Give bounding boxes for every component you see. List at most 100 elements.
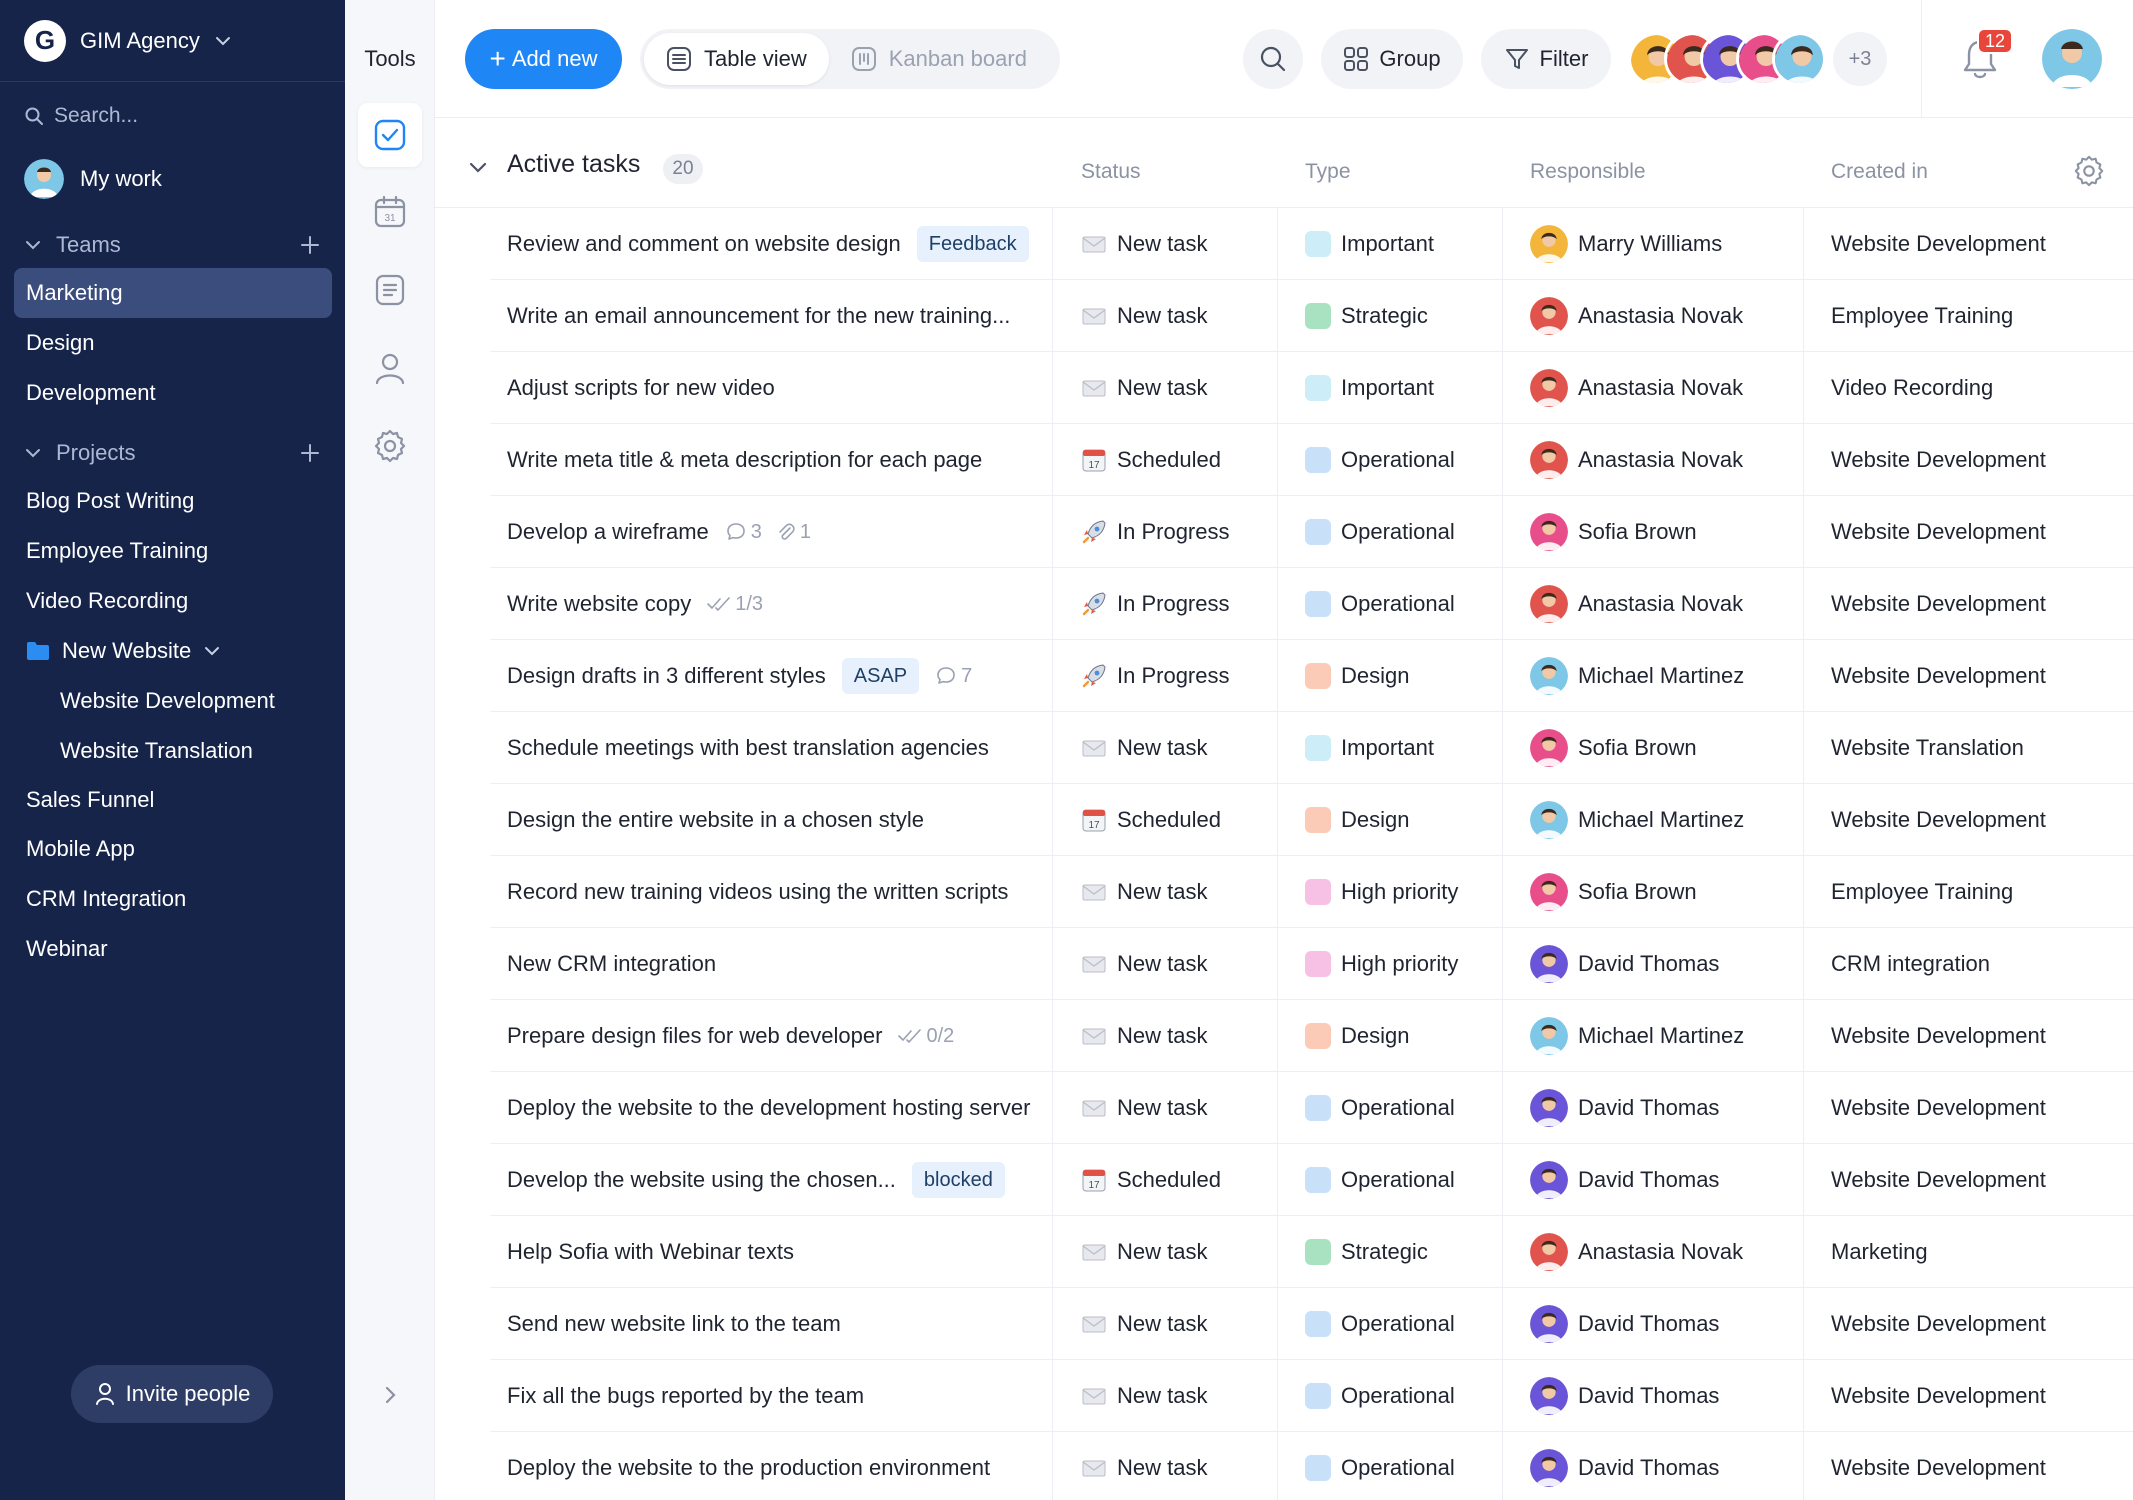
search-button[interactable]	[1243, 29, 1303, 89]
table-row[interactable]: Deploy the website to the development ho…	[435, 1072, 2133, 1144]
status-cell[interactable]: 17 Scheduled	[1081, 1144, 1221, 1216]
table-row[interactable]: Review and comment on website design Feed…	[435, 208, 2133, 280]
tab-table-view[interactable]: Table view	[644, 33, 829, 85]
type-cell[interactable]: Strategic	[1305, 1216, 1428, 1288]
created-in-cell[interactable]: Website Development	[1831, 1072, 2046, 1144]
table-row[interactable]: Prepare design files for web developer 0/…	[435, 1000, 2133, 1072]
chevron-right-icon[interactable]	[378, 1383, 402, 1407]
add-new-button[interactable]: + Add new	[465, 29, 622, 89]
type-cell[interactable]: Design	[1305, 640, 1409, 712]
created-in-cell[interactable]: Website Development	[1831, 1432, 2046, 1500]
responsible-cell[interactable]: David Thomas	[1530, 1432, 1719, 1500]
responsible-cell[interactable]: Michael Martinez	[1530, 1000, 1744, 1072]
created-in-cell[interactable]: Website Development	[1831, 208, 2046, 280]
add-team-icon[interactable]	[300, 235, 320, 255]
status-cell[interactable]: In Progress	[1081, 568, 1230, 640]
invite-people-button[interactable]: Invite people	[71, 1365, 273, 1423]
filter-button[interactable]: Filter	[1481, 29, 1611, 89]
status-cell[interactable]: New task	[1081, 352, 1207, 424]
type-cell[interactable]: Operational	[1305, 1072, 1455, 1144]
sidebar-item-development[interactable]: Development	[14, 368, 332, 418]
avatar[interactable]	[1772, 32, 1826, 86]
type-cell[interactable]: High priority	[1305, 928, 1458, 1000]
gear-icon[interactable]	[2072, 154, 2106, 188]
status-cell[interactable]: New task	[1081, 856, 1207, 928]
table-row[interactable]: Adjust scripts for new video New task Impo…	[435, 352, 2133, 424]
table-row[interactable]: Write an email announcement for the new …	[435, 280, 2133, 352]
type-cell[interactable]: Design	[1305, 1000, 1409, 1072]
type-cell[interactable]: Strategic	[1305, 280, 1428, 352]
type-cell[interactable]: Operational	[1305, 1360, 1455, 1432]
table-row[interactable]: Schedule meetings with best translation …	[435, 712, 2133, 784]
tool-tasks[interactable]	[358, 103, 422, 167]
table-row[interactable]: Write website copy 1/3 In Progress Operatio…	[435, 568, 2133, 640]
responsible-cell[interactable]: Michael Martinez	[1530, 784, 1744, 856]
status-cell[interactable]: 17 Scheduled	[1081, 784, 1221, 856]
table-row[interactable]: Fix all the bugs reported by the team New…	[435, 1360, 2133, 1432]
column-header-created-in[interactable]: Created in	[1831, 160, 1928, 184]
responsible-cell[interactable]: Sofia Brown	[1530, 712, 1697, 784]
type-cell[interactable]: Operational	[1305, 496, 1455, 568]
sidebar-item-video-recording[interactable]: Video Recording	[14, 576, 332, 626]
type-cell[interactable]: Operational	[1305, 1144, 1455, 1216]
created-in-cell[interactable]: Employee Training	[1831, 280, 2013, 352]
responsible-cell[interactable]: Sofia Brown	[1530, 496, 1697, 568]
created-in-cell[interactable]: Website Development	[1831, 424, 2046, 496]
type-cell[interactable]: Operational	[1305, 424, 1455, 496]
table-row[interactable]: Design drafts in 3 different styles ASAP 7…	[435, 640, 2133, 712]
group-button[interactable]: Group	[1321, 29, 1463, 89]
type-cell[interactable]: High priority	[1305, 856, 1458, 928]
column-header-responsible[interactable]: Responsible	[1530, 160, 1646, 184]
responsible-cell[interactable]: Anastasia Novak	[1530, 280, 1743, 352]
table-row[interactable]: Deploy the website to the production env…	[435, 1432, 2133, 1500]
responsible-cell[interactable]: David Thomas	[1530, 928, 1719, 1000]
status-cell[interactable]: New task	[1081, 208, 1207, 280]
created-in-cell[interactable]: Website Development	[1831, 496, 2046, 568]
status-cell[interactable]: In Progress	[1081, 496, 1230, 568]
sidebar-item-crm-integration[interactable]: CRM Integration	[14, 874, 332, 924]
type-cell[interactable]: Important	[1305, 208, 1434, 280]
responsible-cell[interactable]: David Thomas	[1530, 1360, 1719, 1432]
workspace-switcher[interactable]: G GIM Agency	[0, 0, 345, 82]
status-cell[interactable]: New task	[1081, 1432, 1207, 1500]
sidebar-item-sales-funnel[interactable]: Sales Funnel	[14, 775, 332, 825]
table-row[interactable]: Help Sofia with Webinar texts New task Str…	[435, 1216, 2133, 1288]
status-cell[interactable]: New task	[1081, 928, 1207, 1000]
type-cell[interactable]: Design	[1305, 784, 1409, 856]
created-in-cell[interactable]: Website Development	[1831, 640, 2046, 712]
column-header-status[interactable]: Status	[1081, 160, 1141, 184]
type-cell[interactable]: Operational	[1305, 1432, 1455, 1500]
task-tag[interactable]: Feedback	[916, 226, 1029, 262]
table-row[interactable]: New CRM integration New task High priority…	[435, 928, 2133, 1000]
sidebar-item-webinar[interactable]: Webinar	[14, 924, 332, 974]
tab-kanban-board[interactable]: Kanban board	[829, 33, 1049, 85]
type-cell[interactable]: Important	[1305, 712, 1434, 784]
user-avatar[interactable]	[2042, 29, 2102, 89]
type-cell[interactable]: Operational	[1305, 1288, 1455, 1360]
type-cell[interactable]: Operational	[1305, 568, 1455, 640]
sidebar-item-blog-post-writing[interactable]: Blog Post Writing	[14, 476, 332, 526]
responsible-cell[interactable]: Marry Williams	[1530, 208, 1722, 280]
created-in-cell[interactable]: Website Development	[1831, 568, 2046, 640]
status-cell[interactable]: New task	[1081, 1072, 1207, 1144]
status-cell[interactable]: 17 Scheduled	[1081, 424, 1221, 496]
table-row[interactable]: Develop a wireframe 3 1 In Progress Operatio…	[435, 496, 2133, 568]
sidebar-item-website-translation[interactable]: Website Translation	[14, 726, 332, 776]
table-row[interactable]: Record new training videos using the wri…	[435, 856, 2133, 928]
tool-settings[interactable]	[358, 414, 422, 478]
table-row[interactable]: Develop the website using the chosen... b…	[435, 1144, 2133, 1216]
more-members-count[interactable]: +3	[1833, 32, 1887, 86]
sidebar-item-mobile-app[interactable]: Mobile App	[14, 824, 332, 874]
responsible-cell[interactable]: Anastasia Novak	[1530, 1216, 1743, 1288]
table-row[interactable]: Design the entire website in a chosen st…	[435, 784, 2133, 856]
created-in-cell[interactable]: Website Development	[1831, 1360, 2046, 1432]
table-row[interactable]: Send new website link to the team New tas…	[435, 1288, 2133, 1360]
type-cell[interactable]: Important	[1305, 352, 1434, 424]
responsible-cell[interactable]: Michael Martinez	[1530, 640, 1744, 712]
status-cell[interactable]: New task	[1081, 712, 1207, 784]
teams-section[interactable]: Teams	[24, 232, 320, 258]
status-cell[interactable]: New task	[1081, 1360, 1207, 1432]
sidebar-item-website-development[interactable]: Website Development	[14, 676, 332, 726]
responsible-cell[interactable]: Sofia Brown	[1530, 856, 1697, 928]
task-tag[interactable]: blocked	[911, 1162, 1005, 1198]
